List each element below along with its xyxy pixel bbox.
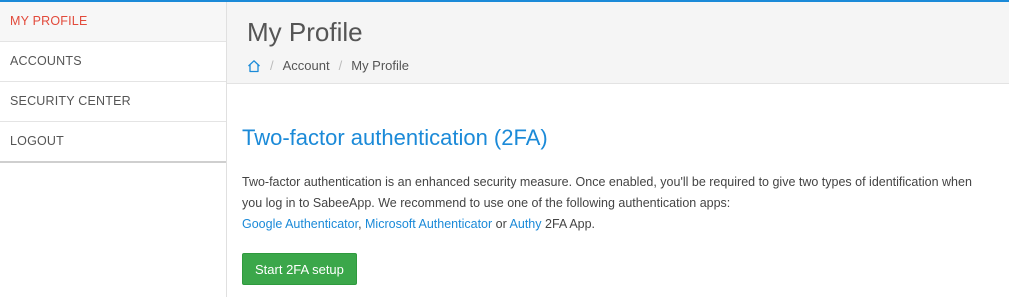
authy-link[interactable]: Authy [510,217,542,231]
breadcrumb-separator: / [270,58,274,73]
sidebar-menu: MY PROFILE ACCOUNTS SECURITY CENTER LOGO… [0,2,226,163]
or-text: or [492,217,510,231]
two-factor-section: Two-factor authentication (2FA) Two-fact… [227,84,1009,285]
microsoft-authenticator-link[interactable]: Microsoft Authenticator [365,217,492,231]
sidebar: MY PROFILE ACCOUNTS SECURITY CENTER LOGO… [0,2,227,297]
breadcrumb-my-profile: My Profile [351,58,410,73]
start-2fa-setup-button[interactable]: Start 2FA setup [242,253,357,285]
home-icon[interactable] [247,59,261,73]
page-header: My Profile / Account / My Profile [227,2,1009,84]
sidebar-item-accounts[interactable]: ACCOUNTS [0,42,226,82]
breadcrumb-account[interactable]: Account [283,58,330,73]
google-authenticator-link[interactable]: Google Authenticator [242,217,358,231]
section-description: Two-factor authentication is an enhanced… [242,172,982,235]
description-text: Two-factor authentication is an enhanced… [242,175,972,210]
sidebar-item-my-profile[interactable]: MY PROFILE [0,2,226,42]
section-title: Two-factor authentication (2FA) [242,125,548,150]
app-separator: , [358,217,366,231]
page-title: My Profile [247,17,363,47]
sidebar-item-logout[interactable]: LOGOUT [0,122,226,161]
breadcrumb-separator: / [338,58,343,73]
app-suffix-text: 2FA App. [541,217,596,231]
main-content: My Profile / Account / My Profile Two-fa… [227,2,1009,297]
sidebar-item-security-center[interactable]: SECURITY CENTER [0,82,226,122]
breadcrumb: / Account / My Profile [247,58,1009,73]
